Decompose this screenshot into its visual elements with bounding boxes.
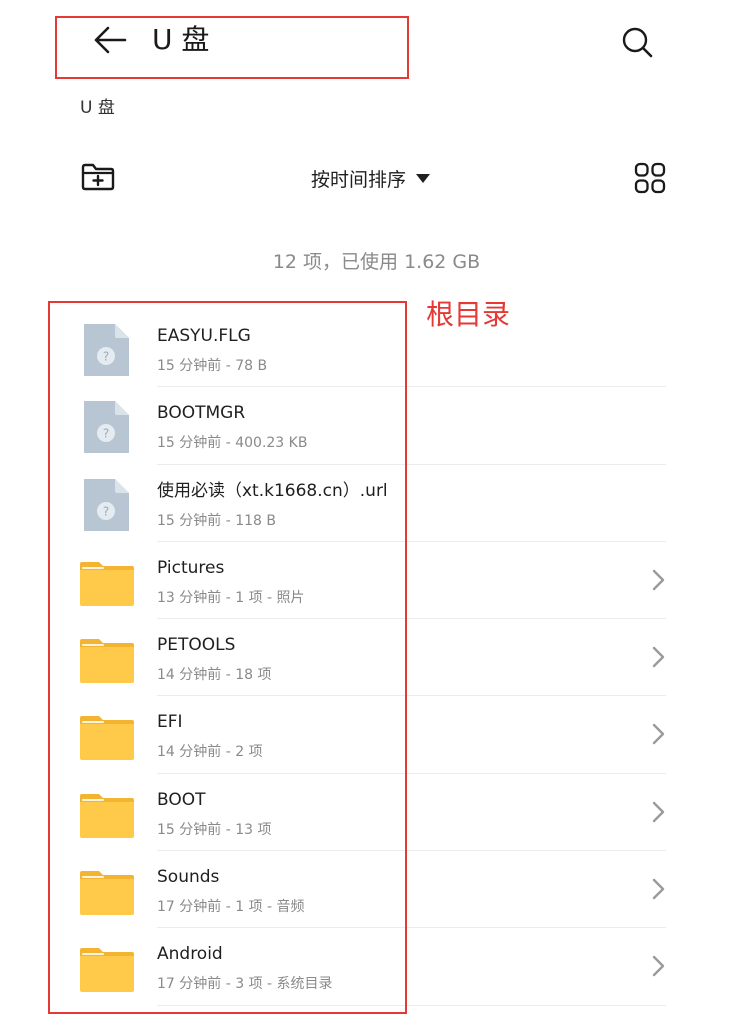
search-button[interactable] — [617, 22, 657, 62]
chevron-right-icon — [652, 878, 665, 900]
chevron-right-icon — [652, 724, 665, 745]
chevron-right-icon — [652, 801, 665, 822]
annotation-box-list — [48, 301, 407, 1014]
sort-label: 按时间排序 — [311, 168, 407, 191]
annotation-box-header — [55, 16, 409, 79]
breadcrumb[interactable]: U 盘 — [80, 96, 115, 120]
search-icon — [622, 27, 653, 58]
view-toggle-button[interactable] — [630, 158, 670, 198]
file-manager-screen: U 盘 U 盘 按时间排序 12 项，已使用 1.62 GB 根目录 ? EAS… — [0, 0, 753, 1024]
sort-dropdown[interactable]: 按时间排序 — [311, 164, 431, 192]
chevron-right-icon — [652, 569, 665, 591]
storage-summary: 12 项，已使用 1.62 GB — [272, 251, 481, 273]
chevron-right-icon — [652, 956, 665, 977]
chevron-right-icon — [652, 646, 665, 668]
grid-view-icon — [634, 162, 666, 194]
new-folder-icon — [81, 163, 115, 191]
caret-down-icon — [416, 173, 431, 183]
new-folder-button[interactable] — [78, 158, 118, 196]
